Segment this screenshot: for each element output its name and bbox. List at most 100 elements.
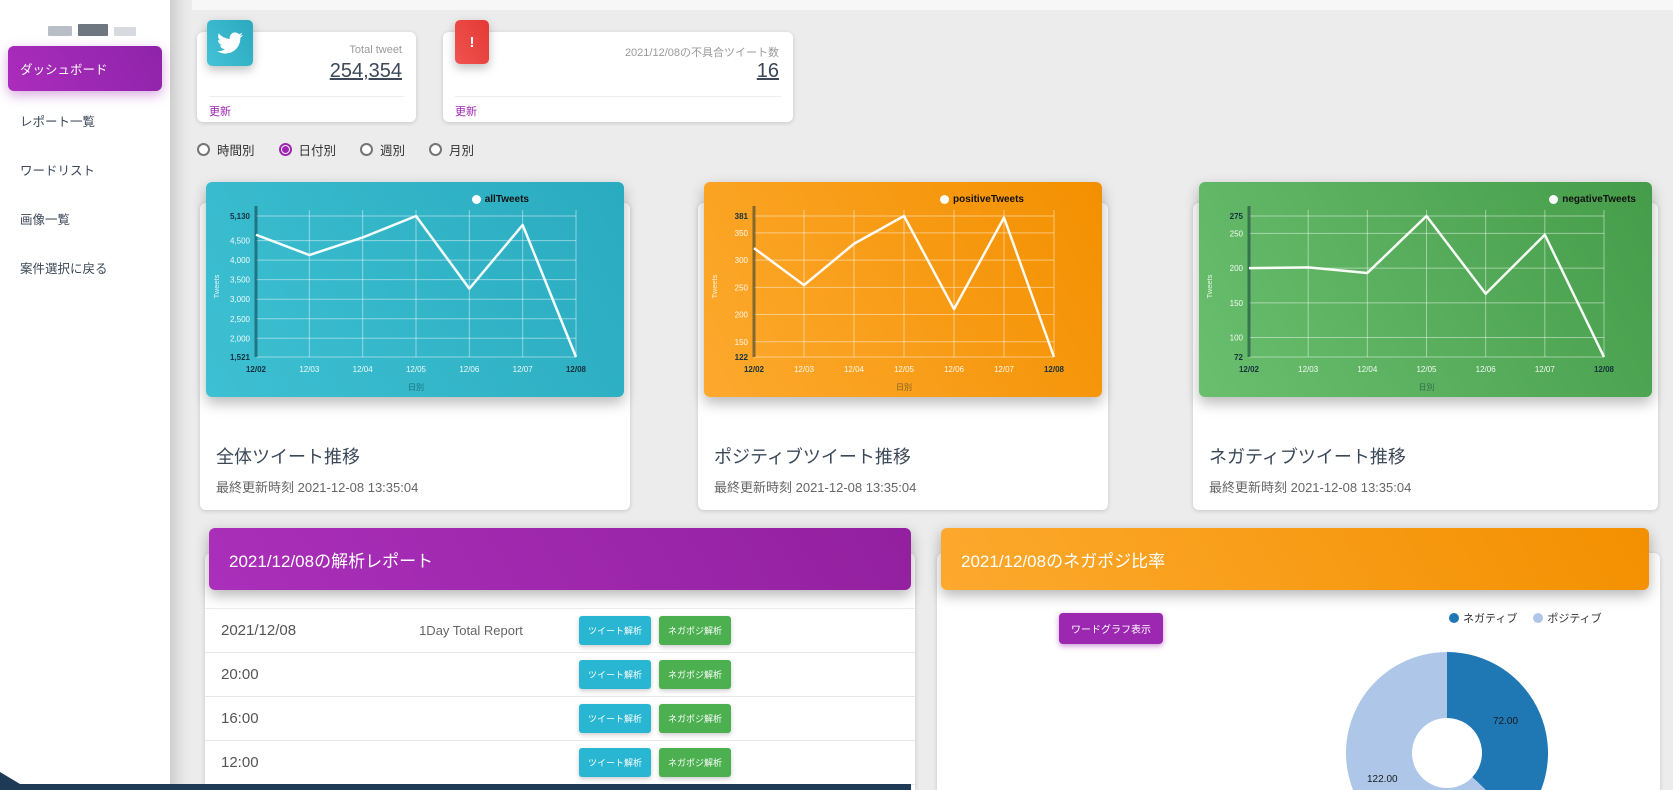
svg-text:12/06: 12/06 [1476, 365, 1497, 374]
stat-value-total-tweets[interactable]: 254,354 [330, 60, 402, 83]
radio-circle-icon[interactable] [278, 143, 292, 156]
radio-circle-icon[interactable] [360, 143, 374, 156]
svg-text:275: 275 [1230, 212, 1244, 221]
tweet-analysis-button[interactable]: ツイート解析 [579, 748, 652, 777]
negapos-analysis-button[interactable]: ネガポジ解析 [659, 704, 732, 733]
stat-value-defect-tweets[interactable]: 16 [757, 60, 779, 83]
interval-radio-1[interactable]: 時間別 [197, 140, 255, 159]
divider [455, 96, 781, 97]
svg-text:350: 350 [735, 229, 749, 238]
report-panel-header: 2021/12/08の解析レポート [209, 528, 911, 590]
report-panel-title: 2021/12/08の解析レポート [229, 551, 434, 571]
radio-label: 時間別 [217, 144, 255, 158]
sidebar-item-5[interactable]: 案件選択に戻る [8, 248, 162, 287]
svg-text:12/06: 12/06 [944, 365, 965, 374]
interval-radio-2[interactable]: 日付別 [278, 140, 337, 159]
sidebar-item-2[interactable]: レポート一覧 [8, 101, 162, 140]
chart-title: ポジティブツイート推移 [714, 447, 911, 467]
report-row-time: 12:00 [221, 754, 259, 771]
stat-label: Total tweet [349, 44, 402, 56]
negapos-panel-header: 2021/12/08のネガポジ比率 [941, 528, 1649, 590]
svg-text:12/07: 12/07 [513, 365, 534, 374]
sidebar-scrollbar[interactable] [170, 0, 192, 790]
radio-label: 月別 [449, 144, 475, 158]
svg-text:Tweets: Tweets [212, 274, 221, 298]
radio-circle-icon[interactable] [197, 143, 210, 156]
chart-legend[interactable]: negativeTweets [1549, 194, 1636, 205]
report-row-buttons: ツイート解析 ネガポジ解析 [579, 748, 732, 777]
legend-dot-icon [471, 195, 481, 204]
report-row-4: 12:00 ツイート解析 ネガポジ解析 [205, 741, 915, 785]
svg-text:12/08: 12/08 [1594, 365, 1615, 374]
svg-text:12/05: 12/05 [1416, 365, 1437, 374]
tweet-analysis-button[interactable]: ツイート解析 [579, 704, 652, 733]
svg-text:Tweets: Tweets [1205, 274, 1214, 298]
svg-text:250: 250 [735, 283, 749, 292]
svg-text:72: 72 [1234, 353, 1243, 362]
report-row-time: 16:00 [221, 710, 259, 727]
negapos-analysis-button[interactable]: ネガポジ解析 [659, 660, 732, 689]
report-row-2: 20:00 ツイート解析 ネガポジ解析 [205, 653, 915, 697]
legend-label: allTweets [484, 194, 529, 205]
stat-card-total-tweets: Total tweet 254,354 更新 [197, 20, 416, 122]
svg-text:12/02: 12/02 [1239, 365, 1260, 374]
svg-text:12/02: 12/02 [246, 365, 267, 374]
line-chart-svg: 12/02 12/03 12/04 12/05 12/06 12/07 12/08 381 35… [710, 206, 1065, 392]
divider [209, 96, 404, 97]
svg-text:4,500: 4,500 [230, 237, 251, 246]
sidebar-item-3[interactable]: ワードリスト [8, 150, 162, 189]
chart-updated: 最終更新時刻 2021-12-08 13:35:04 [1209, 480, 1412, 495]
negapos-panel-title: 2021/12/08のネガポジ比率 [961, 551, 1166, 571]
interval-radio-3[interactable]: 週別 [360, 140, 405, 159]
report-row-buttons: ツイート解析 ネガポジ解析 [579, 704, 732, 733]
report-table: 2021/12/08 1Day Total Report ツイート解析 ネガポジ解析 2… [205, 608, 915, 785]
svg-text:12/06: 12/06 [459, 365, 480, 374]
report-row-3: 16:00 ツイート解析 ネガポジ解析 [205, 697, 915, 741]
legend-label: positiveTweets [953, 194, 1024, 205]
donut-legend: ネガティブ ポジティブ [1449, 610, 1602, 626]
svg-text:12/03: 12/03 [299, 365, 320, 374]
chart-legend[interactable]: allTweets [471, 194, 529, 205]
chart-title: ネガティブツイート推移 [1209, 447, 1406, 467]
svg-text:12/05: 12/05 [894, 365, 915, 374]
chart-panel-green: 12/02 12/03 12/04 12/05 12/06 12/07 12/08 275 25… [1199, 182, 1652, 397]
chart-card-positiveTweets: 12/02 12/03 12/04 12/05 12/06 12/07 12/08 381 35… [698, 182, 1108, 510]
stat-card-defect-tweets: ! 2021/12/08の不具合ツイート数 16 更新 [443, 20, 793, 122]
svg-text:12/08: 12/08 [1044, 365, 1065, 374]
sidebar-item-1[interactable]: ダッシュボード [8, 46, 162, 91]
interval-radio-4[interactable]: 月別 [429, 140, 474, 159]
report-row-1: 2021/12/08 1Day Total Report ツイート解析 ネガポジ解析 [205, 609, 915, 653]
legend-item-negative[interactable]: ネガティブ [1449, 610, 1517, 626]
report-row-label: 1Day Total Report [419, 623, 523, 638]
legend-item-positive[interactable]: ポジティブ [1533, 610, 1602, 626]
svg-text:12/03: 12/03 [1298, 365, 1319, 374]
radio-circle-icon[interactable] [429, 143, 443, 156]
bottom-edge-strip [0, 784, 911, 790]
corner-pointer-shape [0, 772, 30, 790]
chart-legend[interactable]: positiveTweets [940, 194, 1024, 205]
refresh-link[interactable]: 更新 [209, 103, 231, 119]
svg-text:日別: 日別 [896, 383, 912, 392]
sidebar: ダッシュボードレポート一覧 ワードリスト 画像一覧案件選択に戻る [0, 0, 170, 790]
sidebar-item-4[interactable]: 画像一覧 [8, 199, 162, 238]
svg-text:12/08: 12/08 [566, 365, 587, 374]
svg-text:日別: 日別 [408, 383, 424, 392]
report-row-buttons: ツイート解析 ネガポジ解析 [579, 616, 732, 645]
chart-panel-orange: 12/02 12/03 12/04 12/05 12/06 12/07 12/08 381 35… [704, 182, 1102, 397]
svg-text:381: 381 [735, 212, 749, 221]
svg-text:200: 200 [735, 311, 749, 320]
svg-text:12/04: 12/04 [1357, 365, 1378, 374]
refresh-link[interactable]: 更新 [455, 103, 477, 119]
svg-text:4,000: 4,000 [230, 256, 251, 265]
wordgraph-button[interactable]: ワードグラフ表示 [1059, 613, 1163, 644]
negapos-analysis-button[interactable]: ネガポジ解析 [659, 616, 732, 645]
tweet-analysis-button[interactable]: ツイート解析 [579, 660, 652, 689]
svg-text:12/04: 12/04 [844, 365, 865, 374]
top-edge-strip [192, 0, 1673, 10]
negapos-analysis-button[interactable]: ネガポジ解析 [659, 748, 732, 777]
radio-label: 日付別 [298, 144, 337, 158]
svg-text:12/07: 12/07 [994, 365, 1015, 374]
svg-text:300: 300 [735, 256, 749, 265]
tweet-analysis-button[interactable]: ツイート解析 [579, 616, 652, 645]
svg-text:2,000: 2,000 [230, 334, 251, 343]
